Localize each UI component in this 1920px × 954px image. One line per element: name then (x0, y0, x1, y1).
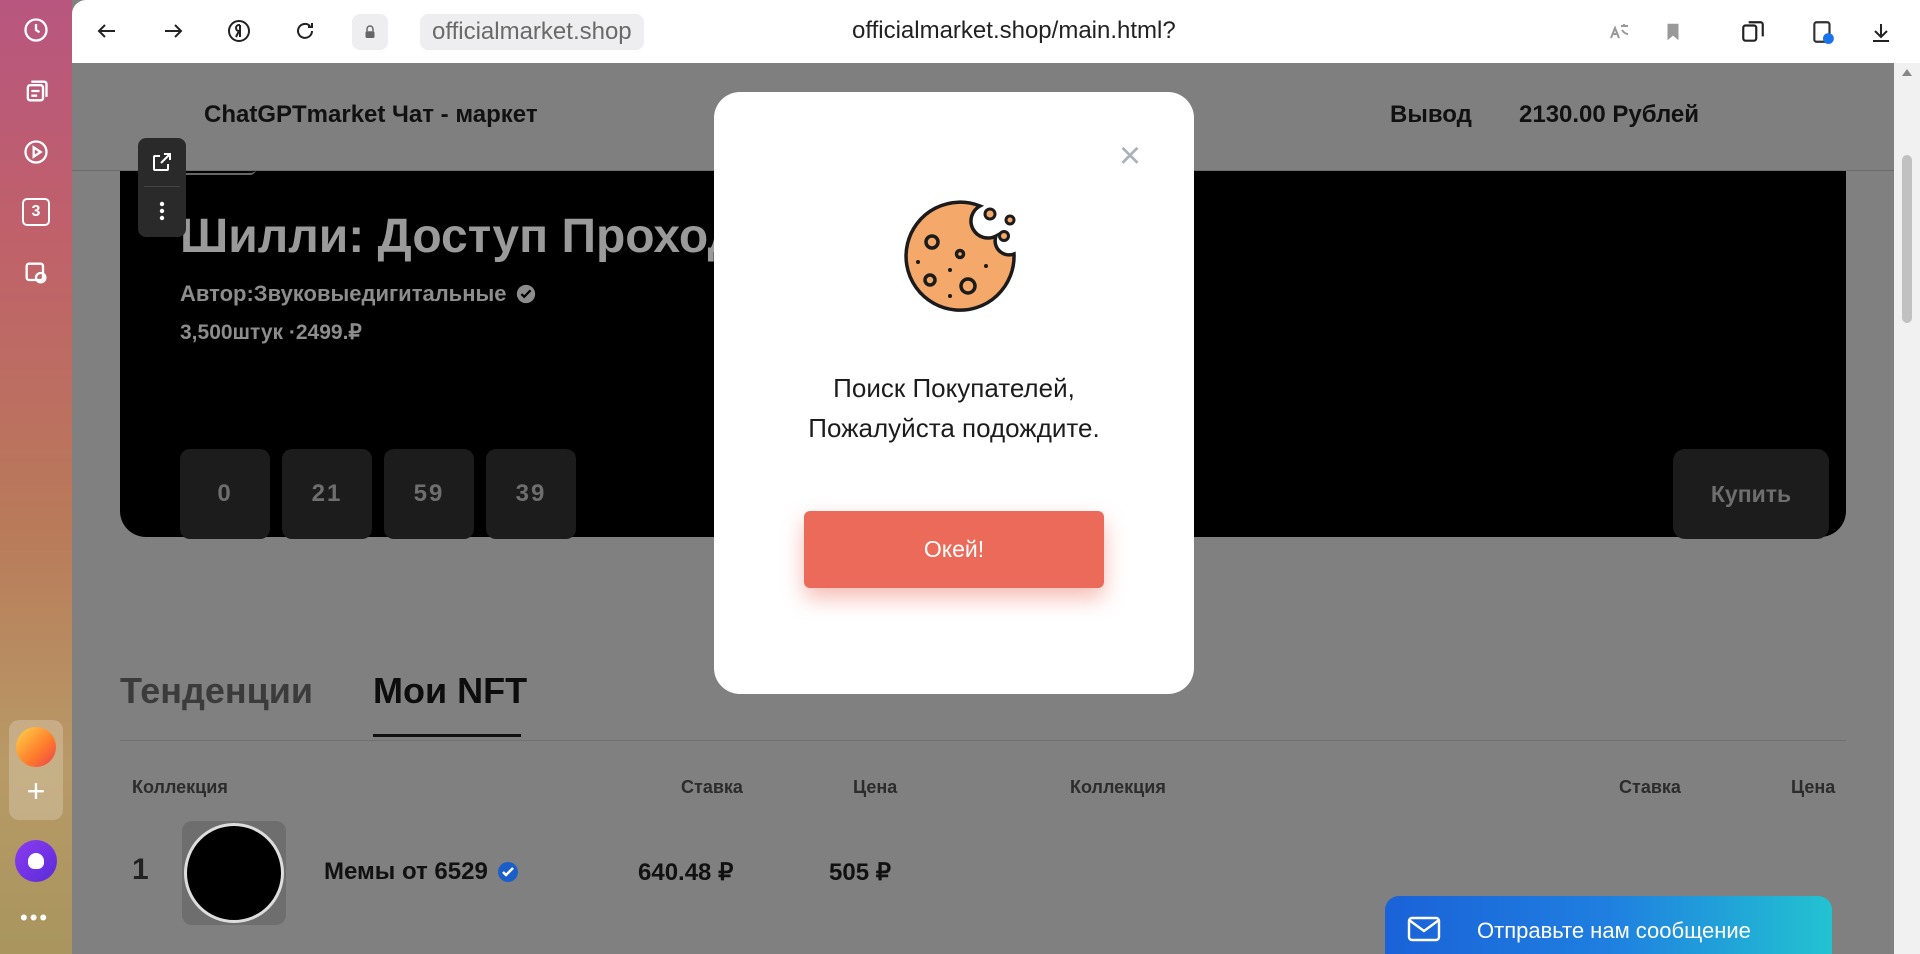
hero-author: Автор:Звуковыедигитальные (180, 281, 537, 307)
col-rate-left: Ставка (681, 777, 743, 797)
more-icon[interactable]: ••• (20, 905, 49, 931)
mail-app-icon[interactable] (16, 727, 56, 767)
scroll-up-arrow[interactable] (1902, 69, 1912, 76)
mail-icon (1407, 916, 1441, 947)
add-app-icon[interactable]: + (22, 775, 50, 807)
tabs-icon[interactable] (1736, 15, 1770, 49)
chat-widget[interactable]: Отправьте нам сообщение (1385, 896, 1832, 954)
collections-icon[interactable] (20, 75, 52, 107)
forward-icon[interactable] (156, 14, 190, 48)
download-icon[interactable] (1864, 15, 1898, 49)
timer-seconds: 39 (486, 449, 576, 539)
modal-message-line2: Пожалуйста подождите. (808, 413, 1100, 443)
col-collection-right: Коллекция (1070, 777, 1166, 797)
buy-button[interactable]: Купить (1673, 449, 1829, 539)
more-options-icon[interactable] (138, 187, 186, 235)
collection-avatar[interactable] (182, 821, 286, 925)
hero-meta: 3,500штук ·2499.₽ (180, 321, 362, 344)
browser-toolbar: officialmarket.shop officialmarket.shop/… (72, 0, 1920, 63)
back-icon[interactable] (90, 14, 124, 48)
extension-icon[interactable] (1806, 15, 1840, 49)
timer-days: 0 (180, 449, 270, 539)
address-bar[interactable]: officialmarket.shop/main.html? (852, 17, 1176, 45)
modal-message: Поиск Покупателей, Пожалуйста подождите. (714, 368, 1194, 448)
tabs-count-badge[interactable]: 3 (22, 198, 50, 226)
cookie-icon (904, 200, 1016, 312)
active-tab-indicator (373, 734, 521, 737)
col-price-left: Цена (853, 777, 898, 797)
collection-rate: 640.48 ₽ (638, 859, 734, 886)
collection-name[interactable]: Мемы от 6529 (324, 858, 520, 886)
reload-icon[interactable] (288, 14, 322, 48)
translate-icon[interactable] (1602, 15, 1636, 49)
open-external-icon[interactable] (138, 138, 186, 186)
screenshot-icon[interactable] (20, 257, 52, 289)
site-brand[interactable]: ChatGPTmarket Чат - маркет (204, 101, 538, 129)
search-buyers-modal: × Поиск Покупателей, Пожалуйста подождит… (714, 92, 1194, 694)
hero-author-label: Автор:Звуковыедигитальные (180, 281, 507, 306)
hero-title: Шилли: Доступ Проход (180, 210, 739, 263)
collection-name-label: Мемы от 6529 (324, 858, 488, 885)
tab-my-nft[interactable]: Мои NFT (373, 670, 527, 712)
scroll-thumb[interactable] (1902, 155, 1912, 323)
verified-icon (497, 862, 518, 882)
yandex-icon[interactable] (222, 14, 256, 48)
ok-button[interactable]: Окей! (804, 511, 1104, 588)
col-collection-left: Коллекция (132, 777, 228, 797)
floating-toolbar (138, 138, 186, 237)
verified-icon (516, 284, 535, 304)
withdraw-link[interactable]: Вывод (1390, 101, 1472, 129)
collection-price: 505 ₽ (829, 859, 891, 886)
tab-trends[interactable]: Тенденции (120, 670, 313, 712)
row-rank: 1 (132, 853, 149, 886)
bookmark-icon[interactable] (1656, 15, 1690, 49)
url-host-pill[interactable]: officialmarket.shop (420, 14, 644, 50)
hero-tag (178, 169, 256, 175)
chat-widget-label: Отправьте нам сообщение (1477, 918, 1751, 943)
browser-sidebar: 3 + ••• (0, 0, 72, 954)
timer-minutes: 59 (384, 449, 474, 539)
lock-icon[interactable] (352, 14, 388, 50)
tabs-divider (120, 740, 1846, 741)
alice-assistant-icon[interactable] (15, 840, 57, 882)
col-price-right: Цена (1791, 777, 1836, 797)
balance-display: 2130.00 Рублей (1519, 101, 1700, 128)
history-icon[interactable] (20, 14, 52, 46)
close-icon[interactable]: × (1112, 137, 1148, 176)
page-scrollbar[interactable] (1894, 63, 1920, 954)
timer-hours: 21 (282, 449, 372, 539)
video-icon[interactable] (20, 136, 52, 168)
col-rate-right: Ставка (1619, 777, 1681, 797)
modal-message-line1: Поиск Покупателей, (833, 373, 1075, 403)
